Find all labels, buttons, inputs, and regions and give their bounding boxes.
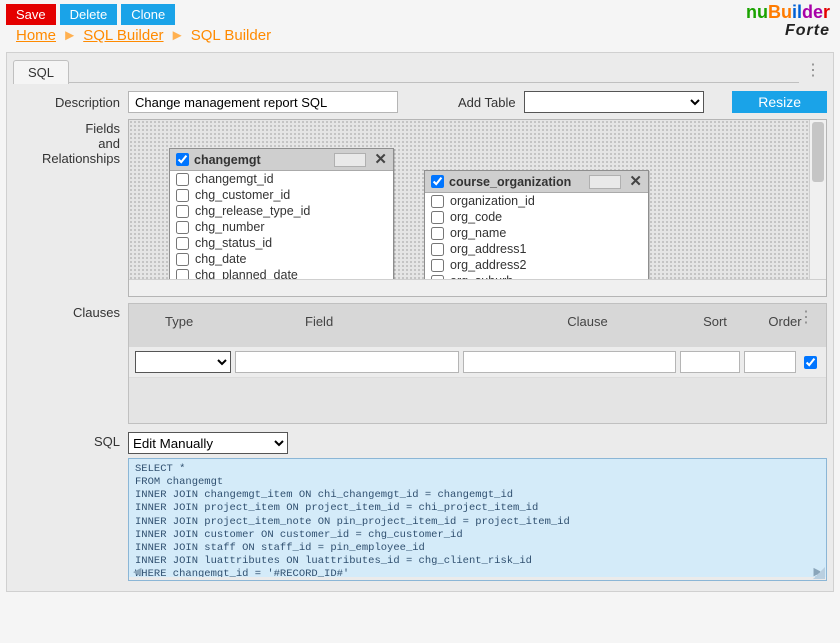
tablebox-drag-handle[interactable] (334, 153, 366, 167)
tablebox-checkbox[interactable] (176, 153, 189, 166)
field-checkbox[interactable] (431, 227, 444, 240)
clauses-menu-icon[interactable]: ⋮ (792, 310, 820, 326)
resize-button[interactable]: Resize (732, 91, 827, 113)
field-checkbox[interactable] (176, 189, 189, 202)
vertical-scrollbar[interactable] (809, 120, 826, 279)
description-label: Description (13, 95, 128, 110)
breadcrumb-sep-icon: ► (168, 27, 187, 44)
field-checkbox[interactable] (431, 211, 444, 224)
close-icon[interactable]: ✕ (627, 174, 644, 189)
field-row[interactable]: chg_number (170, 219, 393, 235)
clone-button[interactable]: Clone (121, 4, 175, 25)
clause-row (129, 347, 826, 377)
breadcrumb-sql-builder[interactable]: SQL Builder (83, 27, 163, 44)
field-name: org_code (450, 210, 502, 224)
col-field: Field (255, 314, 455, 329)
field-checkbox[interactable] (176, 173, 189, 186)
tabbar-menu-icon[interactable]: ⋮ (799, 63, 827, 79)
field-checkbox[interactable] (176, 237, 189, 250)
field-name: chg_number (195, 220, 265, 234)
tablebox-changemgt[interactable]: changemgt ✕ changemgt_idchg_customer_idc… (169, 148, 394, 284)
horizontal-scrollbar[interactable] (129, 279, 826, 296)
tablebox-header[interactable]: changemgt ✕ (170, 149, 393, 171)
field-row[interactable]: changemgt_id (170, 171, 393, 187)
field-name: org_address1 (450, 242, 526, 256)
field-row[interactable]: organization_id (425, 193, 648, 209)
field-checkbox[interactable] (176, 253, 189, 266)
breadcrumb: Home ► SQL Builder ► SQL Builder (6, 25, 281, 52)
field-row[interactable]: chg_customer_id (170, 187, 393, 203)
clause-enable-checkbox[interactable] (804, 356, 817, 369)
field-row[interactable]: org_address1 (425, 241, 648, 257)
clause-order-input[interactable] (744, 351, 796, 373)
field-row[interactable]: org_name (425, 225, 648, 241)
tablebox-title: course_organization (449, 175, 589, 189)
tablebox-course-organization[interactable]: course_organization ✕ organization_idorg… (424, 170, 649, 290)
clause-field-input[interactable] (235, 351, 459, 373)
fields-relationships-label: Fields and Relationships (13, 119, 128, 166)
field-row[interactable]: chg_release_type_id (170, 203, 393, 219)
textarea-resize-handle[interactable] (813, 567, 825, 579)
clauses-label: Clauses (13, 303, 128, 320)
save-button[interactable]: Save (6, 4, 56, 25)
field-checkbox[interactable] (176, 205, 189, 218)
field-checkbox[interactable] (431, 195, 444, 208)
field-name: organization_id (450, 194, 535, 208)
tab-divider (68, 59, 799, 83)
description-input[interactable] (128, 91, 398, 113)
field-checkbox[interactable] (176, 221, 189, 234)
clause-sort-input[interactable] (680, 351, 740, 373)
col-sort: Sort (680, 314, 750, 329)
clause-type-select[interactable] (135, 351, 231, 373)
sql-mode-select[interactable]: Edit Manually (128, 432, 288, 454)
sql-textarea[interactable] (129, 459, 826, 577)
logo: nuBuilder Forte (746, 4, 834, 38)
field-row[interactable]: chg_date (170, 251, 393, 267)
field-row[interactable]: chg_status_id (170, 235, 393, 251)
tablebox-drag-handle[interactable] (589, 175, 621, 189)
clause-text-input[interactable] (463, 351, 676, 373)
field-row[interactable]: org_address2 (425, 257, 648, 273)
relationships-canvas[interactable]: changemgt ✕ changemgt_idchg_customer_idc… (128, 119, 827, 297)
col-type: Type (135, 314, 255, 329)
field-row[interactable]: org_code (425, 209, 648, 225)
field-name: chg_customer_id (195, 188, 290, 202)
field-name: org_address2 (450, 258, 526, 272)
field-name: chg_date (195, 252, 246, 266)
add-table-label: Add Table (458, 95, 516, 110)
breadcrumb-sep-icon: ► (60, 27, 79, 44)
col-clause: Clause (455, 314, 680, 329)
tab-sql[interactable]: SQL (13, 60, 69, 84)
field-name: chg_release_type_id (195, 204, 310, 218)
field-checkbox[interactable] (431, 243, 444, 256)
clauses-area: Type Field Clause Sort Order ⋮ (128, 303, 827, 424)
sql-label: SQL (13, 432, 128, 449)
field-name: changemgt_id (195, 172, 274, 186)
close-icon[interactable]: ✕ (372, 152, 389, 167)
breadcrumb-home[interactable]: Home (16, 27, 56, 44)
field-checkbox[interactable] (431, 259, 444, 272)
tablebox-header[interactable]: course_organization ✕ (425, 171, 648, 193)
tablebox-title: changemgt (194, 153, 334, 167)
field-name: chg_status_id (195, 236, 272, 250)
delete-button[interactable]: Delete (60, 4, 118, 25)
breadcrumb-current: SQL Builder (191, 27, 271, 44)
field-name: org_name (450, 226, 506, 240)
add-table-select[interactable] (524, 91, 704, 113)
tablebox-checkbox[interactable] (431, 175, 444, 188)
